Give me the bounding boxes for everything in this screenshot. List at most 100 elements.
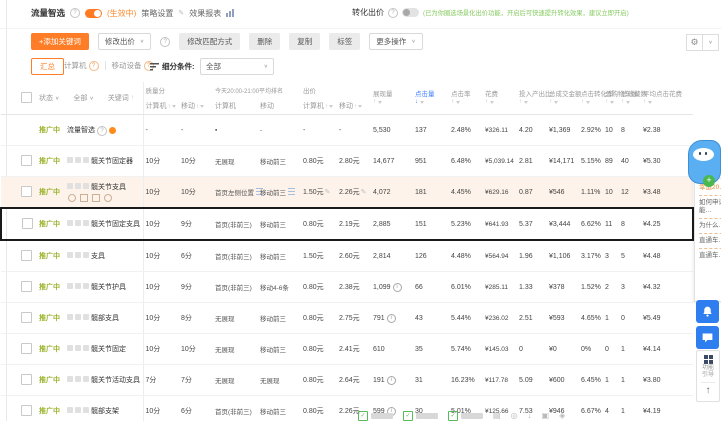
row-checkbox[interactable] [21,311,32,323]
modify-bid-dropdown[interactable]: 修改出价 ∨ [97,33,152,50]
keyword-sort-header[interactable]: 关键词 ↑ [108,93,134,103]
faq-item[interactable]: 直通车…厂… [699,234,721,249]
funnel-icon[interactable] [586,100,590,104]
edit-bid-icon[interactable]: ✎ [361,189,367,196]
row-checkbox[interactable] [21,404,32,416]
strategy-settings-link[interactable]: 策略设置 [141,8,173,19]
carts-header[interactable]: 总购物车数 ↑ [603,82,638,115]
funnel-icon[interactable] [610,100,614,104]
select-all-checkbox[interactable] [21,91,32,103]
add-keyword-button[interactable]: +添加关键词 [31,33,89,50]
more-actions-dropdown[interactable]: 更多操作 ∨ [369,33,423,50]
row-checkbox[interactable] [21,249,32,261]
faq-item[interactable]: 如何申请…图片功能… [699,196,721,219]
chart-icon[interactable] [92,194,100,202]
help-icon[interactable]: ? [70,8,81,18]
pause-icon[interactable] [104,194,112,202]
row-checkbox[interactable] [21,154,32,166]
cost-header[interactable]: 花费 ↑ [483,82,517,115]
quality-score-pc: 10分 [145,346,161,353]
row-checkbox[interactable] [22,217,33,229]
clicks-header[interactable]: 点击量 ↓ [413,82,449,115]
report-link[interactable]: 效果报表 [189,8,221,19]
legend-item[interactable]: ✓ [403,411,438,421]
table-row[interactable]: 推广中 髋部支架? 10分 6分 首页(非前三) 移动前三 0.80元✎ 2.2… [1,395,693,421]
rank-assistant-icon[interactable] [288,188,295,196]
help-icon[interactable]: ? [160,36,171,47]
report-icon[interactable] [80,194,88,202]
row-checkbox[interactable] [21,280,32,292]
row-checkbox[interactable] [21,185,32,197]
smart-traffic-toggle[interactable] [85,8,103,18]
assistant-plus-badge[interactable]: + [703,175,715,187]
quality-pc-subheader[interactable]: 计算机↑ [142,98,179,115]
cvr-header[interactable]: 点击转化率 ↑ [579,82,614,115]
conversion-bid-toggle[interactable] [402,8,419,17]
funnel-icon[interactable] [456,100,460,104]
collapse-button[interactable]: ∨ [703,34,719,51]
funnel-icon[interactable] [554,100,558,104]
diamond-icon[interactable]: ◈ [559,411,565,421]
revenue-header[interactable]: 总成交金额 ↑ [547,82,582,115]
impressions-header[interactable]: 展现量 ↑ [371,82,413,115]
info-icon[interactable]: i [386,313,396,323]
back-to-top-icon[interactable]: ↑ [706,386,711,396]
funnel-icon[interactable] [378,100,382,104]
view-icon[interactable] [68,194,76,202]
column-settings-button[interactable]: ⚙ [686,34,703,51]
keyword-hover-actions[interactable] [67,194,143,202]
legend-item[interactable]: ✓ [358,411,393,421]
notification-button[interactable] [696,300,719,323]
faq-item[interactable]: 为什么…过日… [699,219,721,234]
table-row[interactable]: 推广中 髋关节支具? 10分 10分 首页左侧位置 移动前三 1.50元✎ 2.… [1,176,693,209]
message-button[interactable] [696,326,719,349]
funnel-icon[interactable] [490,100,494,104]
legend-item[interactable]: ✓ [448,411,483,421]
favorites-header[interactable]: 总收藏数 ↑ [619,82,647,115]
target-icon[interactable]: ◎ [511,411,518,421]
tab-summary[interactable]: 汇总 [31,58,64,75]
table-row[interactable]: 推广中 髋部支具? 10分 8分 无展现 移动前三 0.80元✎ 2.75元✎ … [1,302,693,334]
table-row[interactable]: 推广中 髋关节活动支具? 7分 7分 无展现 无展现 0.80元✎ 2.64元✎… [1,364,693,396]
bid-pc-subheader[interactable]: 计算机↑ [301,98,337,115]
feature-guide-label[interactable]: 功能 引导 [702,365,714,379]
feature-grid-icon[interactable] [703,355,713,364]
delete-button[interactable]: 删除 [249,33,281,50]
funnel-icon[interactable] [524,100,528,104]
edit-bid-icon[interactable]: ✎ [325,189,331,196]
bid-mobile: 2.26元 [339,408,360,415]
table-row[interactable]: 推广中 髋关节固定器? 10分 10分 无展现 移动前三 0.80元✎ 2.80… [1,145,693,177]
tag-button[interactable]: 标签 [329,33,361,50]
funnel-icon[interactable] [626,100,630,104]
tab-mobile[interactable]: 移动设备? [112,60,154,71]
ctr-header[interactable]: 点击率 ↑ [449,82,483,115]
revenue-value: ¥14,171 [549,157,575,165]
roi-header[interactable]: 投入产出比 ↑ [517,82,552,115]
filter-select[interactable]: 全部 ∨ [200,58,274,75]
help-icon[interactable]: ? [388,7,398,18]
cpc-header[interactable]: 平均点击花费 ↑ [641,82,693,115]
row-checkbox[interactable] [21,373,32,385]
faq-item[interactable]: 直通车…广计划… [699,249,721,263]
modify-match-button[interactable]: 修改匹配方式 [179,33,241,50]
table-row[interactable]: 推广中 流量智选? - - ▪ - -✎ -✎ 5,530i 137 2.48%… [1,114,693,146]
funnel-icon[interactable] [420,100,424,104]
scope-filter-dropdown[interactable]: 全部 ∨ [73,93,93,103]
table-row[interactable]: 推广中 髋关节固定? 10分 10分 无展现 移动前三 0.80元✎ 2.41元… [1,333,693,365]
table-row[interactable]: 推广中 髋关节护具? 10分 9分 首页(非前三) 移动4-6条 0.80元✎ … [1,271,693,303]
funnel-icon[interactable] [648,100,652,104]
tab-pc[interactable]: 计算机? [64,60,99,71]
table-row[interactable]: 推广中 髋关节固定支具? 10分 9分 首页(非前三) 移动前三 0.80元✎ … [0,207,694,241]
copy-button[interactable]: 复制 [289,33,321,50]
grid-icon[interactable]: ▤ [493,411,501,421]
quality-mobile-subheader[interactable]: 移动↑ [179,98,213,115]
table-row[interactable]: 推广中 支具? 10分 6分 首页(非前三) 移动前三 1.50元✎ 2.60元… [1,240,693,272]
sort-up-icon: ↑ [167,104,171,110]
info-icon[interactable]: i [392,282,402,292]
table-icon[interactable]: ▣ [542,411,550,421]
row-checkbox[interactable] [21,342,32,354]
info-icon[interactable]: i [386,375,396,385]
bid-mobile-subheader[interactable]: 移动↑ [337,98,371,115]
download-icon[interactable]: ↓ [528,411,532,421]
status-filter-dropdown[interactable]: 状态 ∨ [39,93,59,103]
